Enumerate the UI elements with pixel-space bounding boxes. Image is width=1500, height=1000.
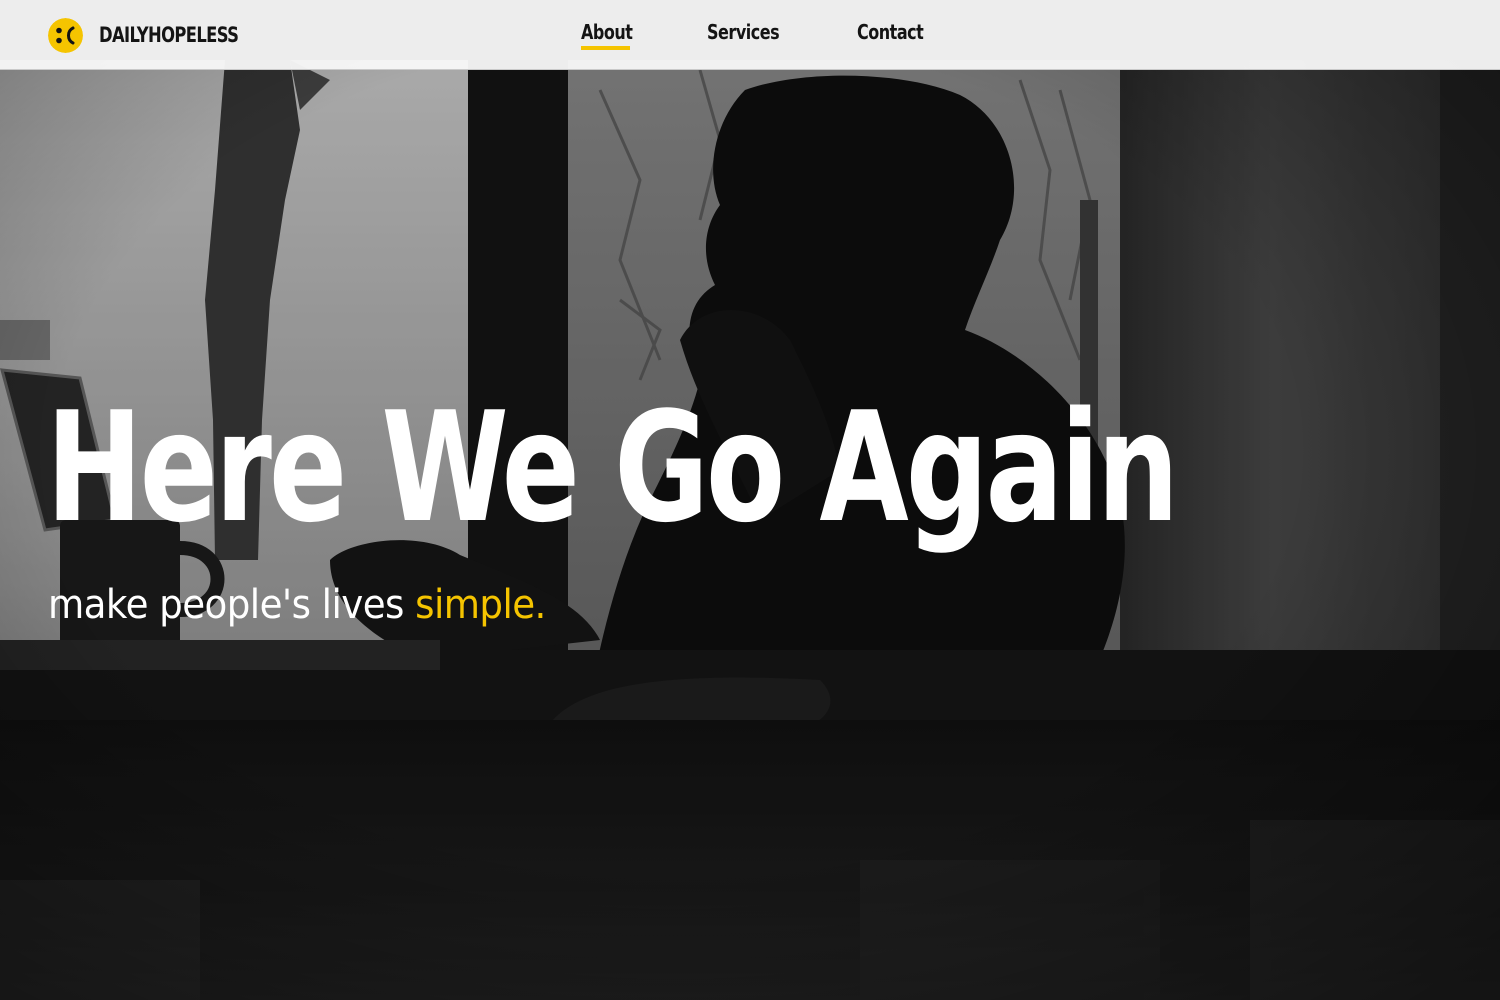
nav-item-contact[interactable]: Contact [857,20,924,44]
site-header: DAILYHOPELESS About Services Contact [0,0,1500,70]
nav-item-about[interactable]: About [581,20,633,44]
hero-section: Here We Go Again make people's lives sim… [0,0,1500,1000]
nav-item-services[interactable]: Services [707,20,780,44]
landing-page: Here We Go Again make people's lives sim… [0,0,1500,1000]
main-nav: About Services Contact [0,0,1500,70]
hero-subtitle-main: make people's lives [48,582,416,628]
hero-subtitle: make people's lives simple. [48,582,546,628]
hero-subtitle-accent: simple. [415,582,546,628]
hero-title: Here We Go Again [46,379,1179,556]
nav-active-indicator [581,46,630,50]
